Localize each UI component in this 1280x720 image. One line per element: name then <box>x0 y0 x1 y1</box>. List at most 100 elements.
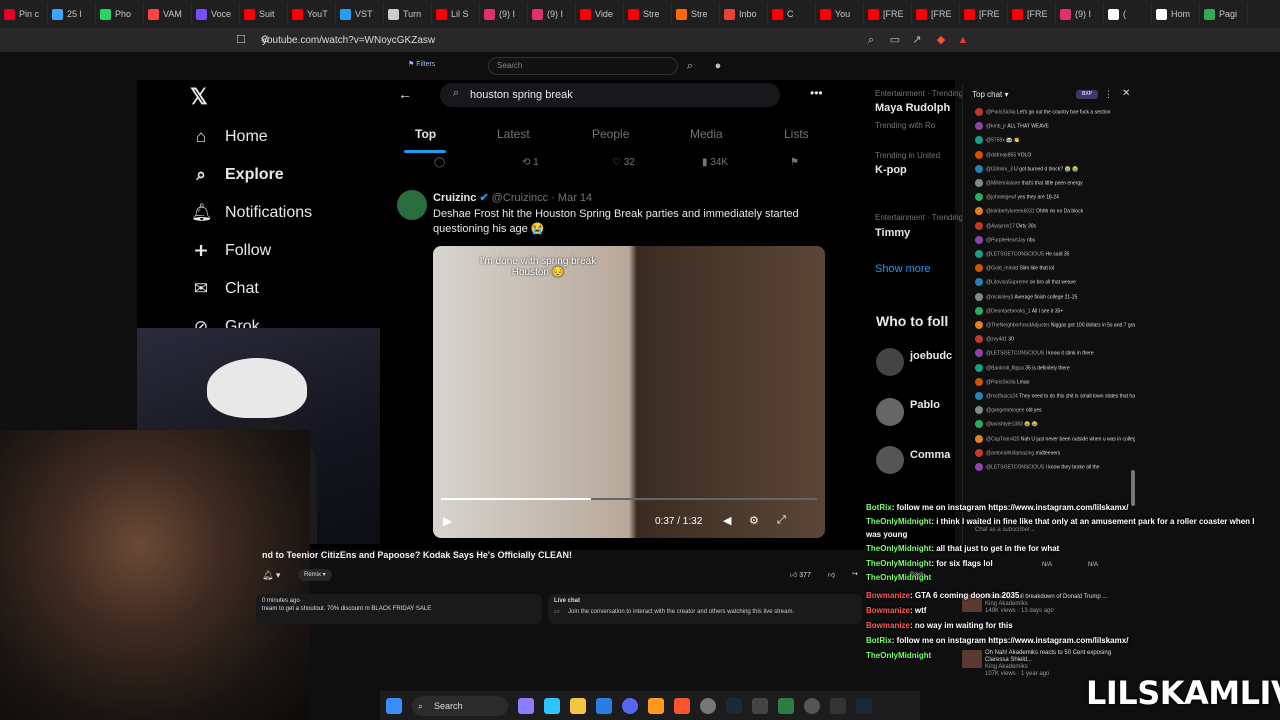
chat-avatar[interactable] <box>975 207 983 216</box>
chat-avatar[interactable] <box>975 321 983 329</box>
x-nav-follow[interactable]: ➕︎ Follow <box>191 241 272 261</box>
chat-username[interactable]: @roctfasics24 <box>986 393 1018 399</box>
tweet-author[interactable]: Cruizinc ✔ @Cruizincc · Mar 14 <box>433 191 592 204</box>
url-field[interactable]: youtube.com/watch?v=WNoycGKZasw <box>262 33 842 48</box>
browser-tab[interactable]: ( <box>1104 3 1152 25</box>
x-nav-explore[interactable]: ⌕ Explore <box>191 165 283 185</box>
chat-scrollbar[interactable] <box>1131 470 1135 506</box>
chat-username[interactable]: @johnleigewf <box>986 195 1016 201</box>
rewards-icon[interactable]: ▲ <box>956 33 970 47</box>
browser-tab[interactable]: YouT <box>288 3 336 25</box>
dislike-icon[interactable]: 👎︎ <box>828 570 835 579</box>
browser-tab[interactable]: Pagi <box>1200 3 1248 25</box>
x-search-input[interactable]: houston spring break <box>440 83 780 107</box>
browser-tab[interactable]: You <box>816 3 864 25</box>
chat-username[interactable]: @kimberlyloreen6031 <box>986 209 1035 215</box>
browser-tab[interactable]: Pin c <box>0 3 48 25</box>
browser-tab[interactable]: C <box>768 3 816 25</box>
fullscreen-icon[interactable]: ⤢ <box>777 514 786 527</box>
brave-shield-icon[interactable]: ◆ <box>934 33 948 47</box>
chat-username[interactable]: @t33mini_3 <box>986 166 1013 172</box>
repost-button[interactable]: ⟲ 1 <box>522 157 539 168</box>
bookmark-icon[interactable]: ☐ <box>234 33 248 47</box>
browser-tab[interactable]: Stre <box>672 3 720 25</box>
trend-1[interactable]: Maya Rudolph <box>875 102 950 114</box>
chat-username[interactable]: @gangemmogee <box>986 408 1024 414</box>
chat-username[interactable]: @lavishlyte1383 <box>986 422 1023 428</box>
chat-avatar[interactable] <box>975 420 983 429</box>
bookmark-tweet-icon[interactable]: ⚑ <box>790 157 799 168</box>
chat-username[interactable]: @antoniohisfamazing <box>986 450 1034 456</box>
chat-avatar[interactable] <box>975 264 983 273</box>
chat-username[interactable]: @LETSGETCONSCIOUS <box>986 351 1044 357</box>
chat-username[interactable]: @LETSGETCONSCIOUS <box>986 464 1044 470</box>
tweet-avatar[interactable] <box>397 190 427 220</box>
live-chat-info-box[interactable]: Live chat ▭ Join the conversation to int… <box>548 594 862 624</box>
chat-avatar[interactable] <box>975 363 983 372</box>
app-icon-gray[interactable] <box>752 697 768 714</box>
chat-avatar[interactable] <box>975 235 983 244</box>
file-explorer-icon[interactable] <box>570 697 586 714</box>
share-icon[interactable]: ↗ <box>910 33 924 47</box>
x-nav-home[interactable]: ⌂ Home <box>191 127 268 147</box>
chat-username[interactable]: @CapToon420 <box>986 436 1019 442</box>
chat-username[interactable]: @Bankroll_flippa <box>986 365 1024 371</box>
chat-avatar[interactable] <box>975 349 983 358</box>
chat-avatar[interactable] <box>975 392 983 400</box>
browser-tab[interactable]: Suit <box>240 3 288 25</box>
search-icon[interactable]: ⌕ <box>683 59 697 73</box>
x-nav-notifications[interactable]: 🔔︎ Notifications <box>191 203 312 223</box>
browser-tab[interactable]: Lil S <box>432 3 480 25</box>
play-icon[interactable]: ▶ <box>443 514 452 528</box>
chat-username[interactable]: @ParisSicilia <box>986 109 1016 115</box>
chat-avatar[interactable] <box>975 164 983 173</box>
browser-tab[interactable]: (9) I <box>1056 3 1104 25</box>
chat-username[interactable]: @kmb_jr <box>986 124 1006 130</box>
browser-tab[interactable]: (9) I <box>528 3 576 25</box>
notifications-bell-icon[interactable]: 🔔︎ ▾ <box>262 570 280 581</box>
app-icon-circle[interactable] <box>804 697 820 714</box>
chat-avatar[interactable] <box>975 434 983 443</box>
browser-tab[interactable]: [FRE <box>864 3 912 25</box>
chat-username[interactable]: @PurpleHeartJay <box>986 237 1026 243</box>
share-button[interactable]: ↪ <box>852 570 858 578</box>
browser-tab[interactable]: Voce <box>192 3 240 25</box>
browser-tab[interactable]: [FRE <box>960 3 1008 25</box>
trend-3[interactable]: Timmy <box>875 227 910 239</box>
x-tab-people[interactable]: People <box>592 127 629 141</box>
chat-avatar[interactable] <box>975 179 983 187</box>
chat-username[interactable]: @Gold_mindd <box>986 266 1018 272</box>
chat-username[interactable]: @TheNeighborhoodAdjuster <box>986 322 1049 328</box>
chat-avatar[interactable] <box>975 221 983 230</box>
video-progress-track[interactable] <box>441 498 817 500</box>
taskbar-search[interactable]: ⌕ Search <box>412 695 508 716</box>
remix-button[interactable]: Remix ▾ <box>298 569 332 581</box>
follow-name-1[interactable]: joebudc <box>910 350 952 362</box>
chat-menu-icon[interactable]: ⋮ <box>1104 89 1113 100</box>
browser-tab[interactable]: VAM <box>144 3 192 25</box>
chat-username[interactable]: @mckinley3 <box>986 294 1013 300</box>
browser-tab[interactable]: Stre <box>624 3 672 25</box>
browser-tab[interactable]: Inbo <box>720 3 768 25</box>
volume-icon[interactable]: ◀ <box>723 514 731 527</box>
chat-avatar[interactable] <box>975 377 983 386</box>
chat-title[interactable]: Top chat ▾ <box>972 90 1009 99</box>
description-box[interactable]: 0 minutes ago tream to get a shoutout. 7… <box>256 594 542 624</box>
reply-icon[interactable]: ◯ <box>434 157 445 168</box>
follow-avatar-2[interactable] <box>876 398 904 426</box>
chat-avatar[interactable] <box>975 150 983 159</box>
steam-icon-2[interactable] <box>856 697 872 714</box>
follow-name-3[interactable]: Comma <box>910 449 950 461</box>
chat-username[interactable]: @5759x <box>986 138 1005 144</box>
discord-icon[interactable] <box>622 697 638 714</box>
browser-tab[interactable]: Hom <box>1152 3 1200 25</box>
app-icon-green[interactable] <box>778 697 794 714</box>
more-options-icon[interactable]: ••• <box>810 86 823 100</box>
browser-tab[interactable]: (9) I <box>480 3 528 25</box>
app-icon-orange[interactable] <box>648 697 664 714</box>
back-arrow-icon[interactable]: ← <box>398 86 412 102</box>
like-video-button[interactable]: 👍︎ 377 <box>790 570 811 579</box>
app-icon-4k[interactable] <box>830 697 846 714</box>
store-icon[interactable] <box>596 697 612 714</box>
tweet-video[interactable]: I'm done with spring break Houston 😔 ▶ 0… <box>433 246 825 538</box>
